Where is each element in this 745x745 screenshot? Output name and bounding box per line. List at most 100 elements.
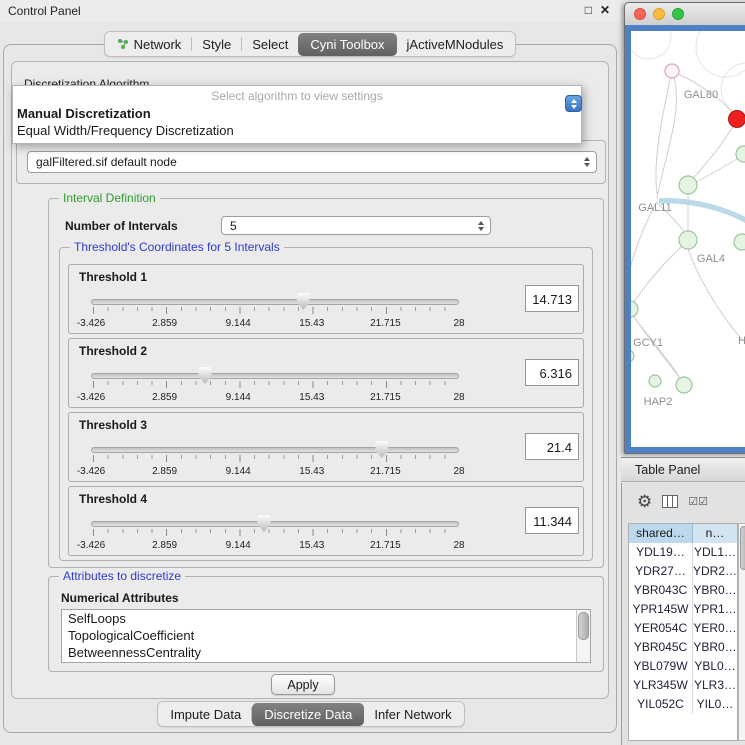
gear-icon[interactable]: ⚙	[637, 493, 652, 510]
column-header-shared-name[interactable]: shared…	[629, 524, 693, 543]
tab-discretize-data[interactable]: Discretize Data	[252, 703, 364, 726]
table-row[interactable]: YPR145WYPR1…	[629, 600, 737, 619]
list-item[interactable]: SelfLoops	[62, 610, 590, 627]
zoom-light-icon[interactable]	[672, 8, 684, 20]
node[interactable]	[736, 146, 745, 162]
table-row[interactable]: YDR27…YDR2…	[629, 562, 737, 581]
network-view-window: GAL80 GAL11 GAL4 GCY1 HAP2 H	[624, 2, 745, 454]
tab-cyni-toolbox[interactable]: Cyni Toolbox	[298, 33, 396, 56]
control-panel-titlebar: Control Panel □ ✕	[0, 0, 620, 22]
scrollbar-thumb[interactable]	[740, 526, 745, 570]
algorithm-option-equal-width[interactable]: Equal Width/Frequency Discretization	[13, 122, 581, 139]
table-toolbar: ⚙ ☑☑	[622, 488, 745, 514]
table-row[interactable]: YLR345WYLR3…	[629, 676, 737, 695]
node-gcy1[interactable]	[631, 301, 638, 317]
list-item[interactable]: TopologicalCoefficient	[62, 627, 590, 644]
network-edge-arc	[721, 63, 745, 115]
tab-network[interactable]: Network	[107, 34, 192, 55]
node-gal4[interactable]	[679, 231, 697, 249]
node-label: HAP2	[644, 396, 673, 408]
node-gal11[interactable]	[679, 176, 697, 194]
attributes-group-label: Attributes to discretize	[59, 569, 185, 583]
node-label: H	[738, 335, 745, 347]
table-panel-header: Table Panel	[621, 457, 745, 482]
table-data-combo[interactable]: galFiltered.sif default node	[27, 151, 597, 173]
threshold-3-slider[interactable]: -3.4262.8599.14415.4321.71528	[91, 439, 459, 481]
table-row[interactable]: YDL19…YDL1…	[629, 543, 737, 562]
algorithm-combo-stepper[interactable]	[565, 95, 582, 112]
interval-definition-group: Interval Definition Number of Intervals …	[48, 198, 604, 568]
columns-icon[interactable]	[662, 495, 678, 508]
float-window-icon[interactable]: □	[585, 3, 592, 17]
tab-select[interactable]: Select	[242, 34, 298, 55]
node[interactable]	[734, 234, 745, 250]
algorithm-placeholder: Select algorithm to view settings	[13, 86, 581, 105]
number-of-intervals-label: Number of Intervals	[65, 219, 178, 233]
slider-track[interactable]	[91, 299, 459, 305]
threshold-1-slider[interactable]: -3.4262.8599.14415.4321.71528	[91, 291, 459, 333]
list-item[interactable]: BetweennessCentrality	[62, 644, 590, 661]
tab-impute-data[interactable]: Impute Data	[160, 704, 251, 725]
close-light-icon[interactable]	[634, 8, 646, 20]
top-tabstrip: Network Style Select Cyni Toolbox jActiv…	[104, 31, 517, 57]
node-label: GAL11	[638, 202, 671, 214]
network-canvas[interactable]: GAL80 GAL11 GAL4 GCY1 HAP2 H	[631, 31, 745, 447]
apply-button[interactable]: Apply	[271, 674, 335, 695]
number-of-intervals-value: 5	[222, 219, 473, 233]
threshold-2-value-field[interactable]: 6.316	[525, 359, 579, 386]
slider-major-ticks	[93, 307, 459, 314]
table-data-combo-stepper[interactable]	[579, 152, 594, 172]
slider-scale: -3.4262.8599.14415.4321.71528	[91, 540, 459, 552]
threshold-3-value-field[interactable]: 21.4	[525, 433, 579, 460]
slider-track[interactable]	[91, 373, 459, 379]
tab-infer-network[interactable]: Infer Network	[364, 704, 461, 725]
node-label: GCY1	[633, 337, 663, 349]
close-window-icon[interactable]: ✕	[600, 3, 610, 17]
column-header-name[interactable]: n…	[693, 524, 737, 543]
table-row[interactable]: YBR043CYBR0…	[629, 581, 737, 600]
table-row[interactable]: YER054CYER0…	[629, 619, 737, 638]
table-scrollbar[interactable]	[738, 523, 745, 741]
algorithm-option-manual[interactable]: Manual Discretization	[13, 105, 581, 122]
slider-track[interactable]	[91, 521, 459, 527]
number-of-intervals-stepper[interactable]	[473, 217, 488, 234]
node-selected-red[interactable]	[729, 111, 745, 128]
stepper-up-icon	[571, 99, 577, 103]
panel-title: Control Panel	[8, 4, 81, 18]
discretize-settings-card: Discretization Algorithm Select algorith…	[11, 61, 609, 699]
table-row[interactable]: YIL052CYIL0…	[629, 695, 737, 714]
node-table: shared… n… YDL19…YDL1… YDR27…YDR2… YBR04…	[628, 523, 738, 741]
select-columns-icon[interactable]: ☑☑	[688, 495, 708, 508]
numerical-attributes-list[interactable]: SelfLoops TopologicalCoefficient Between…	[61, 609, 591, 663]
threshold-1-value-field[interactable]: 14.713	[525, 285, 579, 312]
node-hap2[interactable]	[676, 377, 692, 393]
numerical-attributes-label: Numerical Attributes	[61, 591, 179, 605]
thresholds-group-label: Threshold's Coordinates for 5 Intervals	[70, 240, 284, 254]
bottom-tabstrip: Impute Data Discretize Data Infer Networ…	[157, 701, 464, 727]
list-scrollbar[interactable]	[576, 610, 590, 662]
stepper-down-icon	[571, 105, 577, 109]
tab-jactivemodules[interactable]: jActiveMNodules	[397, 34, 514, 55]
number-of-intervals-combo[interactable]: 5	[221, 216, 491, 235]
node-label: GAL4	[697, 253, 725, 265]
minimize-light-icon[interactable]	[653, 8, 665, 20]
threshold-4-value-field[interactable]: 11.344	[525, 507, 579, 534]
stepper-down-icon	[584, 163, 590, 167]
table-data-group: Table Data galFiltered.sif default node	[16, 140, 606, 184]
node-gal80[interactable]	[665, 64, 679, 78]
scrollbar-thumb[interactable]	[578, 612, 589, 640]
threshold-2-slider[interactable]: -3.4262.8599.14415.4321.71528	[91, 365, 459, 407]
threshold-1-label: Threshold 1	[79, 270, 147, 284]
slider-major-ticks	[93, 455, 459, 462]
threshold-3-label: Threshold 3	[79, 418, 147, 432]
table-row[interactable]: YBR045CYBR0…	[629, 638, 737, 657]
attributes-group: Attributes to discretize Numerical Attri…	[48, 576, 604, 672]
tab-style[interactable]: Style	[192, 34, 241, 55]
node[interactable]	[631, 350, 634, 362]
threshold-4-slider[interactable]: -3.4262.8599.14415.4321.71528	[91, 513, 459, 555]
node-label: GAL80	[684, 89, 718, 101]
node[interactable]	[649, 375, 661, 387]
table-row[interactable]: YBL079WYBL0…	[629, 657, 737, 676]
slider-track[interactable]	[91, 447, 459, 453]
network-window-titlebar[interactable]	[625, 3, 745, 26]
